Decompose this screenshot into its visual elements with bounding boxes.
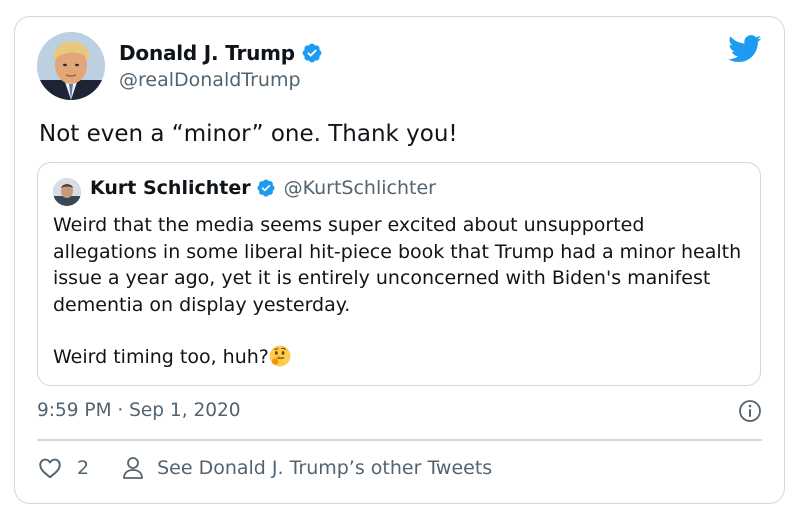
twitter-bird-icon[interactable] (728, 35, 762, 63)
author-avatar[interactable] (37, 32, 105, 100)
quoted-header: Kurt Schlichter @KurtSchlichter (90, 177, 436, 199)
author-handle[interactable]: @realDonaldTrump (119, 69, 301, 91)
verified-badge-icon (302, 43, 322, 63)
quoted-author-handle[interactable]: @KurtSchlichter (284, 177, 436, 199)
heart-icon[interactable] (37, 455, 63, 481)
quoted-paragraph-2-text: Weird timing too, huh? (53, 346, 269, 368)
quoted-author-name[interactable]: Kurt Schlichter (90, 177, 251, 199)
author-name-row: Donald J. Trump (119, 41, 323, 65)
like-count[interactable]: 2 (77, 457, 89, 479)
quoted-tweet[interactable]: Kurt Schlichter @KurtSchlichter Weird th… (37, 162, 761, 386)
divider (37, 439, 762, 441)
actions-bar: 2 See Donald J. Trump’s other Tweets (37, 455, 492, 481)
author-name[interactable]: Donald J. Trump (119, 41, 295, 65)
tweet-card: Donald J. Trump @realDonaldTrump Not eve… (14, 16, 785, 504)
quoted-paragraph-1: Weird that the media seems super excited… (53, 214, 742, 316)
portrait-image (37, 32, 105, 100)
thinking-face-icon (269, 345, 291, 367)
quoted-text: Weird that the media seems super excited… (53, 212, 753, 371)
person-icon[interactable] (121, 455, 145, 481)
tweet-timestamp[interactable]: 9:59 PM · Sep 1, 2020 (37, 400, 241, 421)
quoted-author-avatar[interactable] (53, 178, 81, 206)
info-icon[interactable] (738, 399, 762, 423)
verified-badge-icon (257, 179, 275, 197)
tweet-text: Not even a “minor” one. Thank you! (39, 121, 458, 147)
quoted-portrait-image (53, 178, 81, 206)
see-other-tweets-link[interactable]: See Donald J. Trump’s other Tweets (157, 457, 492, 479)
quoted-paragraph-2: Weird timing too, huh? (53, 344, 753, 371)
